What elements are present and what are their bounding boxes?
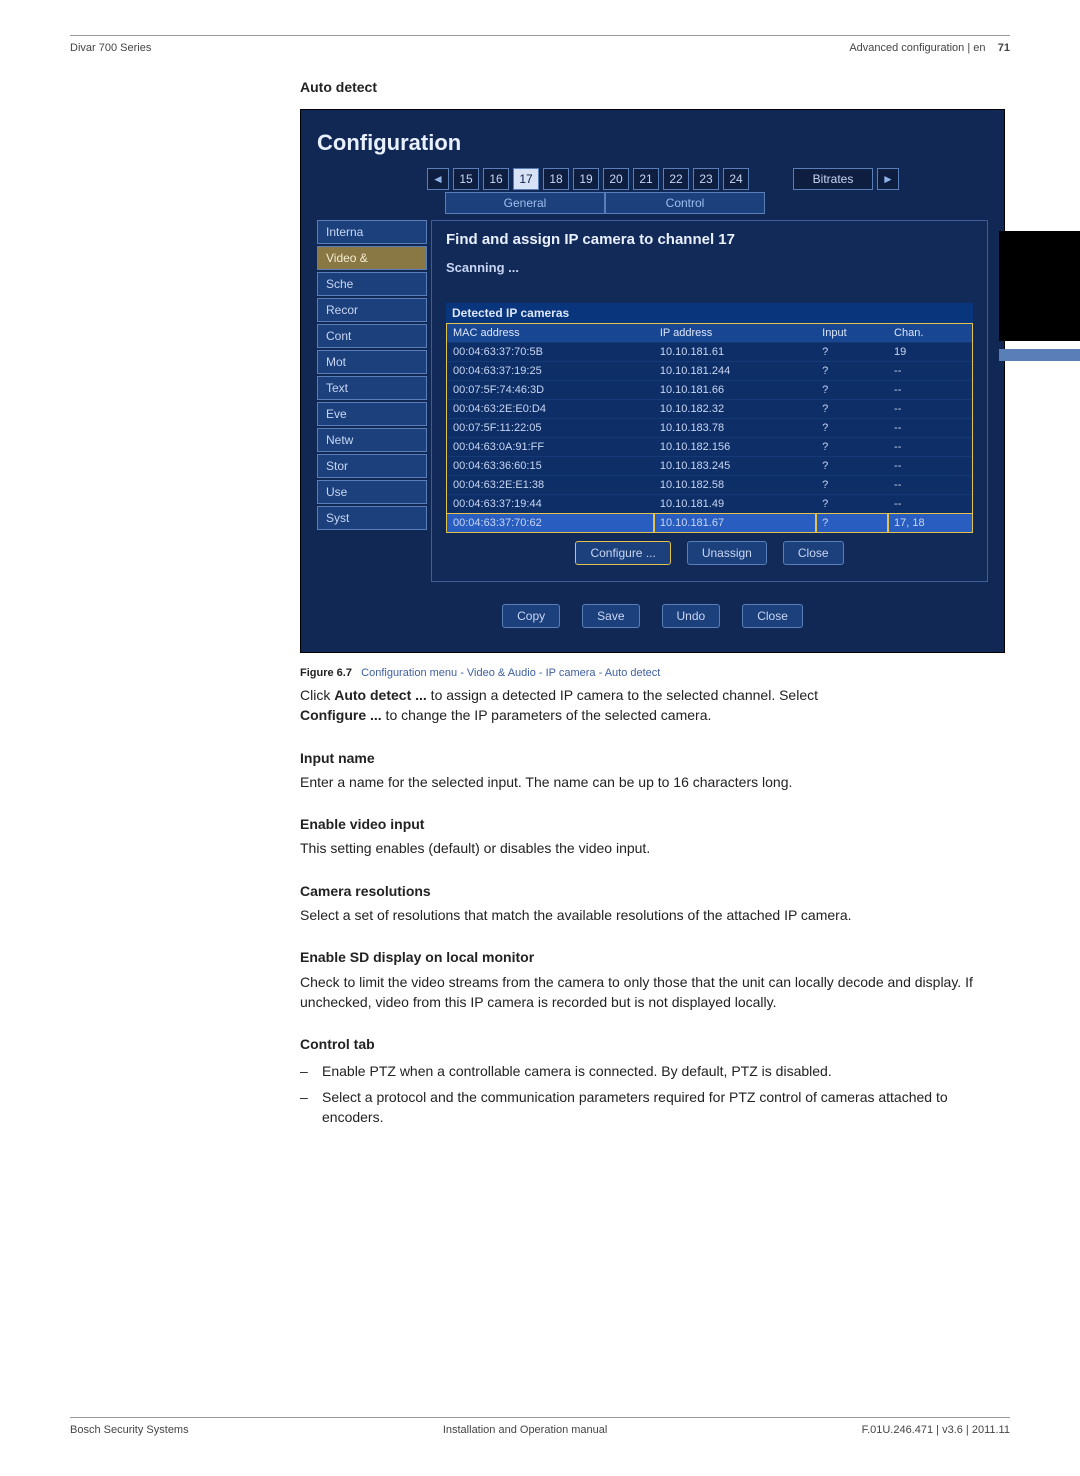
save-button[interactable]: Save (582, 604, 639, 628)
tab-17[interactable]: 17 (513, 168, 539, 190)
tab-18[interactable]: 18 (543, 168, 569, 190)
after-figure-text: Click Auto detect ... to assign a detect… (300, 685, 1005, 726)
table-row[interactable]: 00:04:63:37:19:2510.10.181.244?-- (447, 362, 972, 381)
table-row[interactable]: 00:04:63:37:19:4410.10.181.49?-- (447, 495, 972, 514)
table-row[interactable]: 00:04:63:0A:91:FF10.10.182.156?-- (447, 438, 972, 457)
table-row-selected[interactable]: 00:04:63:37:70:6210.10.181.67?17, 18 (447, 514, 972, 533)
table-row[interactable]: 00:04:63:36:60:1510.10.183.245?-- (447, 457, 972, 476)
th-chan[interactable]: Chan. (888, 324, 972, 343)
heading-enable-video: Enable video input (300, 814, 1005, 834)
tab-15[interactable]: 15 (453, 168, 479, 190)
tab-next-button[interactable]: ► (877, 168, 899, 190)
th-mac[interactable]: MAC address (447, 324, 654, 343)
undo-button[interactable]: Undo (662, 604, 721, 628)
sidebar-item-network[interactable]: Netw (317, 428, 427, 452)
sidebar-item-video-audio[interactable]: Video & (317, 246, 427, 270)
tab-24[interactable]: 24 (723, 168, 749, 190)
heading-camera-res: Camera resolutions (300, 881, 1005, 901)
camera-preview (999, 231, 1080, 341)
text-camera-res: Select a set of resolutions that match t… (300, 905, 1005, 925)
text-input-name: Enter a name for the selected input. The… (300, 772, 1005, 792)
figure-caption: Figure 6.7 Configuration menu - Video & … (300, 667, 1005, 679)
sidebar-item-schedule[interactable]: Sche (317, 272, 427, 296)
table-row[interactable]: 00:07:5F:11:22:0510.10.183.78?-- (447, 419, 972, 438)
sidebar-item-international[interactable]: Interna (317, 220, 427, 244)
table-row[interactable]: 00:04:63:2E:E1:3810.10.182.58?-- (447, 476, 972, 495)
tab-19[interactable]: 19 (573, 168, 599, 190)
list-item: Select a protocol and the communication … (322, 1087, 1005, 1128)
heading-auto-detect: Auto detect (300, 79, 1005, 95)
footer-left: Bosch Security Systems (70, 1424, 189, 1436)
text-enable-video: This setting enables (default) or disabl… (300, 838, 1005, 858)
text-enable-sd: Check to limit the video streams from th… (300, 972, 1005, 1013)
modal-close-button[interactable]: Close (783, 541, 844, 565)
header-page-num: 71 (998, 42, 1010, 54)
heading-enable-sd: Enable SD display on local monitor (300, 947, 1005, 967)
heading-input-name: Input name (300, 748, 1005, 768)
detected-section-header: Detected IP cameras (446, 303, 973, 323)
footer-center: Installation and Operation manual (443, 1424, 608, 1436)
bitrates-button[interactable]: Bitrates (793, 168, 873, 190)
header-section: Advanced configuration | en (849, 42, 985, 54)
sidebar-item-text[interactable]: Text (317, 376, 427, 400)
tab-16[interactable]: 16 (483, 168, 509, 190)
modal-title: Find and assign IP camera to channel 17 (446, 231, 973, 248)
heading-control-tab: Control tab (300, 1034, 1005, 1054)
config-title: Configuration (317, 130, 988, 156)
tab-21[interactable]: 21 (633, 168, 659, 190)
sidebar-item-contact[interactable]: Cont (317, 324, 427, 348)
table-row[interactable]: 00:04:63:37:70:5B10.10.181.61?19 (447, 343, 972, 362)
configure-button[interactable]: Configure ... (575, 541, 670, 565)
header-right: Advanced configuration | en 71 (849, 42, 1010, 54)
tab-prev-button[interactable]: ◄ (427, 168, 449, 190)
sidebar-item-recording[interactable]: Recor (317, 298, 427, 322)
sidebar-item-event[interactable]: Eve (317, 402, 427, 426)
th-input[interactable]: Input (816, 324, 888, 343)
sidebar-item-storage[interactable]: Stor (317, 454, 427, 478)
cameras-table: MAC address IP address Input Chan. 00:04… (447, 324, 972, 532)
preview-slider[interactable] (999, 349, 1080, 361)
tab-23[interactable]: 23 (693, 168, 719, 190)
table-header-row: MAC address IP address Input Chan. (447, 324, 972, 343)
subtab-control[interactable]: Control (605, 192, 765, 214)
unassign-button[interactable]: Unassign (687, 541, 767, 565)
footer-right: F.01U.246.471 | v3.6 | 2011.11 (862, 1424, 1010, 1436)
table-row[interactable]: 00:04:63:2E:E0:D410.10.182.32?-- (447, 400, 972, 419)
sidebar-item-motion[interactable]: Mot (317, 350, 427, 374)
list-item: Enable PTZ when a controllable camera is… (322, 1061, 1005, 1081)
sidebar-item-user[interactable]: Use (317, 480, 427, 504)
tab-20[interactable]: 20 (603, 168, 629, 190)
header-product: Divar 700 Series (70, 42, 151, 54)
copy-button[interactable]: Copy (502, 604, 560, 628)
sidebar-item-system[interactable]: Syst (317, 506, 427, 530)
tab-22[interactable]: 22 (663, 168, 689, 190)
scanning-status: Scanning ... (446, 260, 973, 275)
subtab-general[interactable]: General (445, 192, 605, 214)
close-button[interactable]: Close (742, 604, 803, 628)
table-row[interactable]: 00:07:5F:74:46:3D10.10.181.66?-- (447, 381, 972, 400)
th-ip[interactable]: IP address (654, 324, 816, 343)
